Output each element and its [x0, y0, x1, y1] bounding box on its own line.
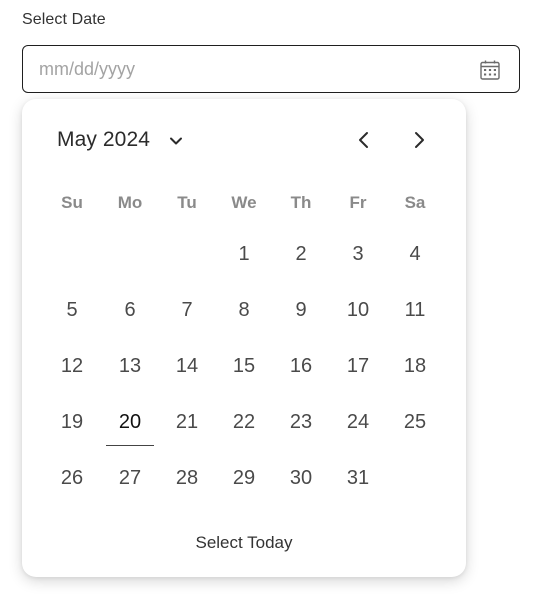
- next-month-button[interactable]: [406, 127, 432, 153]
- date-input[interactable]: [39, 57, 459, 81]
- calendar-popup: May 2024 Su Mo Tu We Th Fr Sa 1 2 3 4 5 6 7 8 9 10 11 12 1…: [22, 99, 466, 577]
- day-cell[interactable]: 4: [395, 234, 435, 274]
- day-cell[interactable]: 23: [281, 402, 321, 442]
- day-cell[interactable]: 30: [281, 458, 321, 498]
- date-field[interactable]: [22, 45, 520, 93]
- chevron-down-icon: [170, 137, 183, 145]
- weekday-label: Fr: [349, 193, 367, 212]
- day-cell[interactable]: 18: [395, 346, 435, 386]
- weekday-label: Th: [290, 193, 312, 212]
- day-cell[interactable]: 14: [167, 346, 207, 386]
- day-cell[interactable]: 10: [338, 290, 378, 330]
- day-cell[interactable]: 19: [52, 402, 92, 442]
- day-cell[interactable]: 29: [224, 458, 264, 498]
- day-cell-today[interactable]: 20: [106, 402, 154, 446]
- calendar-icon[interactable]: [479, 59, 501, 81]
- month-year-picker[interactable]: May 2024: [57, 125, 184, 155]
- weekday-label: Tu: [177, 193, 197, 212]
- day-cell[interactable]: 5: [52, 290, 92, 330]
- day-cell[interactable]: 21: [167, 402, 207, 442]
- day-cell[interactable]: 13: [110, 346, 150, 386]
- day-cell[interactable]: 25: [395, 402, 435, 442]
- weekday-label: Su: [61, 193, 83, 212]
- day-cell[interactable]: 8: [224, 290, 264, 330]
- weekday-label: Sa: [404, 193, 426, 212]
- day-cell[interactable]: 26: [52, 458, 92, 498]
- weekday-label: Mo: [117, 193, 143, 212]
- day-cell[interactable]: 2: [281, 234, 321, 274]
- day-cell[interactable]: 28: [167, 458, 207, 498]
- day-cell[interactable]: 31: [338, 458, 378, 498]
- day-cell[interactable]: 11: [395, 290, 435, 330]
- weekday-label: We: [231, 193, 257, 212]
- date-picker-demo: Select Date May 2024: [0, 0, 545, 611]
- month-label: May 2024: [57, 128, 151, 151]
- day-cell[interactable]: 7: [167, 290, 207, 330]
- day-cell[interactable]: 16: [281, 346, 321, 386]
- previous-month-button[interactable]: [351, 127, 377, 153]
- day-cell[interactable]: 24: [338, 402, 378, 442]
- field-label: Select Date: [22, 11, 106, 28]
- day-cell[interactable]: 6: [110, 290, 150, 330]
- day-cell[interactable]: 1: [224, 234, 264, 274]
- chevron-left-icon: [359, 132, 368, 148]
- day-cell[interactable]: 12: [52, 346, 92, 386]
- day-cell[interactable]: 17: [338, 346, 378, 386]
- chevron-right-icon: [415, 132, 424, 148]
- day-cell[interactable]: 22: [224, 402, 264, 442]
- day-cell[interactable]: 9: [281, 290, 321, 330]
- day-cell[interactable]: 27: [110, 458, 150, 498]
- day-cell[interactable]: 15: [224, 346, 264, 386]
- select-today-button[interactable]: Select Today: [22, 533, 466, 553]
- day-cell[interactable]: 3: [338, 234, 378, 274]
